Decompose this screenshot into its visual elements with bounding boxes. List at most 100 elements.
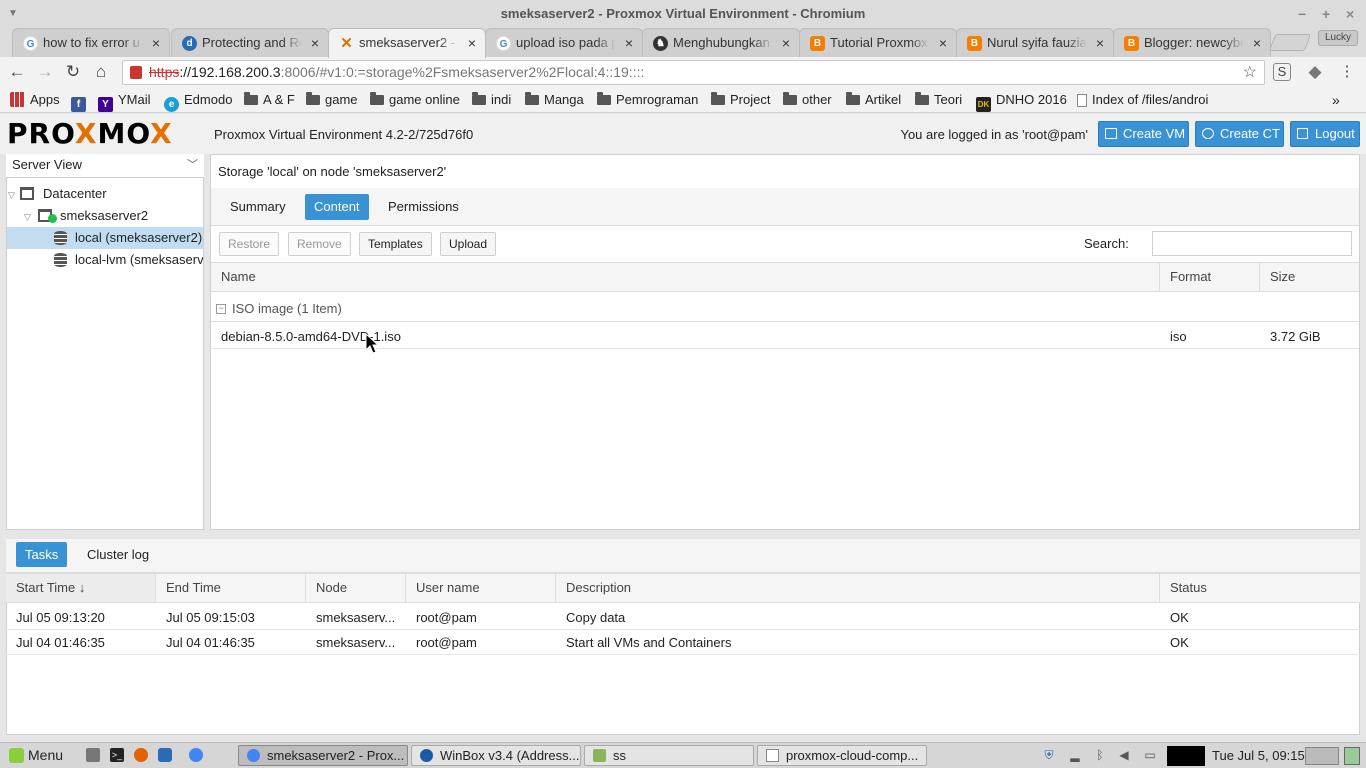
- browser-tab[interactable]: B Tutorial Proxmox ×: [799, 28, 957, 57]
- tab-close-icon[interactable]: ×: [1096, 29, 1104, 57]
- bookmark-folder[interactable]: Pemrograman: [597, 88, 698, 112]
- bookmark-folder[interactable]: indi: [472, 88, 511, 112]
- chromium-launcher-icon[interactable]: [189, 748, 203, 762]
- tab-close-icon[interactable]: ×: [1253, 29, 1261, 57]
- taskbar-item-document[interactable]: proxmox-cloud-comp...: [757, 745, 927, 766]
- view-selector[interactable]: Server View ﹀: [6, 154, 204, 178]
- bookmarks-overflow-icon[interactable]: »: [1332, 88, 1340, 112]
- tab-cluster-log[interactable]: Cluster log: [78, 542, 158, 567]
- column-header-end-time[interactable]: End Time: [156, 574, 306, 602]
- bookmark-edmodo[interactable]: e Edmodo: [164, 88, 232, 112]
- folder-icon: [593, 749, 606, 762]
- remove-button[interactable]: Remove: [288, 232, 351, 256]
- maximize-icon[interactable]: +: [1322, 0, 1330, 28]
- battery-icon[interactable]: ▭: [1143, 748, 1157, 762]
- bookmark-folder[interactable]: A & F: [244, 88, 295, 112]
- tree-storage-local[interactable]: local (smeksaserver2): [7, 227, 203, 249]
- bookmark-folder[interactable]: Teori: [915, 88, 962, 112]
- logout-button[interactable]: Logout: [1290, 121, 1360, 147]
- forward-icon[interactable]: →: [34, 61, 56, 83]
- back-icon[interactable]: ←: [6, 61, 28, 83]
- search-input[interactable]: [1152, 231, 1352, 256]
- bookmark-apps[interactable]: Apps: [10, 88, 60, 112]
- taskbar-item-winbox[interactable]: WinBox v3.4 (Address...: [411, 745, 581, 766]
- reload-icon[interactable]: ↻: [62, 61, 84, 83]
- column-header-user[interactable]: User name: [406, 574, 556, 602]
- upload-button[interactable]: Upload: [440, 232, 497, 256]
- desktop-peek-icon[interactable]: [1344, 747, 1360, 765]
- collapse-toggle-icon[interactable]: ▽: [24, 206, 34, 227]
- bookmark-folder[interactable]: game: [306, 88, 358, 112]
- bookmark-folder[interactable]: other: [783, 88, 832, 112]
- tab-close-icon[interactable]: ×: [939, 29, 947, 57]
- column-header-size[interactable]: Size: [1260, 263, 1359, 291]
- bookmark-ymail[interactable]: Y YMail: [98, 88, 151, 112]
- tab-content[interactable]: Content: [305, 194, 369, 220]
- bookmark-dnho[interactable]: DK DNHO 2016: [976, 88, 1067, 112]
- bookmark-folder[interactable]: Artikel: [846, 88, 901, 112]
- tab-close-icon[interactable]: ×: [311, 29, 319, 57]
- tab-tasks[interactable]: Tasks: [16, 542, 68, 567]
- task-row[interactable]: Jul 04 01:46:35 Jul 04 01:46:35 smeksase…: [6, 630, 1360, 655]
- close-window-icon[interactable]: ×: [1346, 0, 1354, 28]
- browser-tab-active[interactable]: ✕ smeksaserver2 - ×: [328, 28, 486, 58]
- bookmark-page[interactable]: Index of /files/androi: [1077, 88, 1215, 112]
- column-header-name[interactable]: Name: [211, 263, 1160, 291]
- tree-datacenter[interactable]: ▽ Datacenter: [8, 183, 203, 205]
- browser-tab[interactable]: ♞ Menghubungkan ×: [642, 28, 800, 57]
- column-header-node[interactable]: Node: [306, 574, 406, 602]
- address-bar[interactable]: https://192.168.200.3:8006/#v1:0:=storag…: [122, 60, 1265, 85]
- group-collapse-icon[interactable]: −: [216, 304, 226, 314]
- shield-icon[interactable]: ⛨: [1042, 748, 1056, 762]
- home-icon[interactable]: ⌂: [90, 61, 112, 83]
- tab-close-icon[interactable]: ×: [468, 29, 476, 57]
- column-header-status[interactable]: Status: [1160, 574, 1360, 602]
- browser-tab[interactable]: B Nurul syifa fauzia ×: [956, 28, 1114, 57]
- bookmark-star-icon[interactable]: ☆: [1243, 61, 1257, 84]
- browser-tab[interactable]: G how to fix error u ×: [12, 28, 170, 57]
- table-row[interactable]: debian-8.5.0-amd64-DVD-1.iso iso 3.72 Gi…: [211, 324, 1359, 349]
- tab-close-icon[interactable]: ×: [625, 29, 633, 57]
- create-ct-button[interactable]: Create CT: [1195, 121, 1284, 147]
- browser-tab[interactable]: G upload iso pada p ×: [485, 28, 643, 57]
- extension-s-icon[interactable]: S: [1273, 63, 1291, 81]
- group-header-iso[interactable]: − ISO image (1 Item): [211, 296, 1359, 322]
- task-row[interactable]: Jul 05 09:13:20 Jul 05 09:15:03 smeksase…: [6, 605, 1360, 630]
- tab-close-icon[interactable]: ×: [152, 29, 160, 57]
- app-launcher-icon[interactable]: [158, 748, 172, 762]
- create-vm-button[interactable]: Create VM: [1098, 121, 1189, 147]
- bookmark-facebook[interactable]: f: [71, 88, 91, 112]
- network-signal-icon[interactable]: ▂: [1068, 748, 1082, 762]
- tab-summary[interactable]: Summary: [221, 194, 295, 220]
- firefox-icon[interactable]: [134, 748, 148, 762]
- column-header-description[interactable]: Description: [556, 574, 1160, 602]
- profile-button[interactable]: Lucky: [1318, 30, 1358, 46]
- minimize-icon[interactable]: −: [1298, 0, 1306, 28]
- show-desktop-icon[interactable]: [86, 748, 100, 762]
- browser-tab[interactable]: B Blogger: newcybe ×: [1113, 28, 1271, 57]
- browser-tab[interactable]: d Protecting and Re ×: [171, 28, 329, 57]
- column-header-format[interactable]: Format: [1160, 263, 1260, 291]
- start-menu-button[interactable]: Menu: [6, 745, 63, 766]
- templates-button[interactable]: Templates: [359, 232, 432, 256]
- taskbar-item-files[interactable]: ss: [584, 745, 754, 766]
- bookmark-folder[interactable]: Project: [711, 88, 770, 112]
- bookmark-folder[interactable]: game online: [370, 88, 460, 112]
- terminal-icon[interactable]: >_: [110, 748, 124, 762]
- restore-button[interactable]: Restore: [219, 232, 280, 256]
- clock[interactable]: Tue Jul 5, 09:15: [1212, 748, 1305, 764]
- tab-permissions[interactable]: Permissions: [379, 194, 468, 220]
- bookmark-folder[interactable]: Manga: [525, 88, 584, 112]
- taskbar-item-chromium[interactable]: smeksaserver2 - Prox...: [238, 745, 408, 766]
- column-header-start-time[interactable]: Start Time ↓: [6, 574, 156, 602]
- volume-icon[interactable]: ◀: [1117, 748, 1131, 762]
- tree-storage-lvm[interactable]: local-lvm (smeksaserver2): [7, 249, 203, 271]
- bluetooth-icon[interactable]: ᛒ: [1093, 748, 1107, 762]
- window-menu-icon[interactable]: ▼: [8, 0, 18, 28]
- chrome-menu-icon[interactable]: ⋮: [1336, 61, 1358, 83]
- workspace-switcher-icon[interactable]: [1305, 747, 1339, 765]
- collapse-toggle-icon[interactable]: ▽: [8, 184, 18, 205]
- tab-close-icon[interactable]: ×: [782, 29, 790, 57]
- extension-icon[interactable]: ◆: [1304, 61, 1326, 83]
- new-tab-button[interactable]: [1268, 34, 1312, 51]
